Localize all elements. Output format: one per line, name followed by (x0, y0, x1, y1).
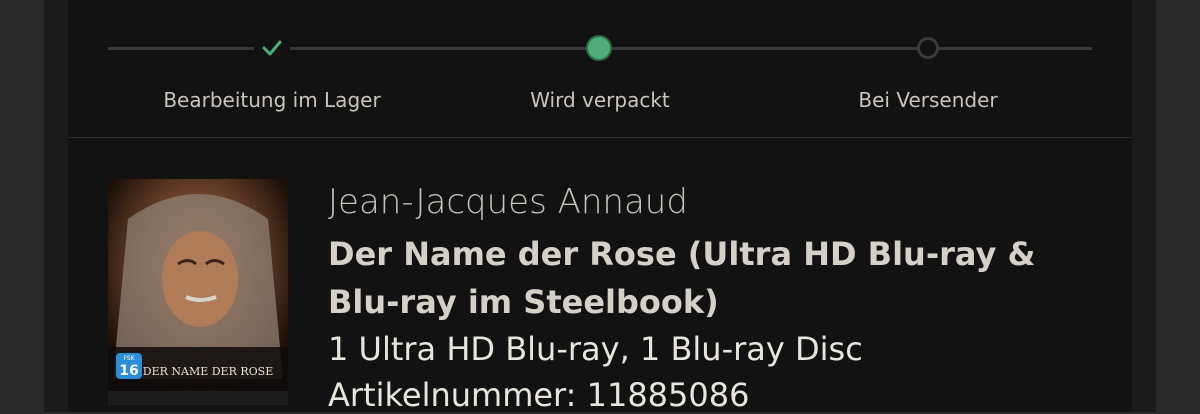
article-number: Artikelnummer: 11885086 (328, 376, 750, 414)
product-format: 1 Ultra HD Blu-ray, 1 Blu-ray Disc (328, 330, 863, 368)
progress-track-segment (610, 47, 917, 50)
product-author[interactable]: Jean-Jacques Annaud (328, 182, 688, 222)
checkmark-icon (262, 40, 282, 56)
step-label-packing: Wird verpackt (530, 88, 670, 112)
progress-track-segment (939, 47, 1092, 50)
progress-track-segment (290, 47, 588, 50)
cover-title-text: DER NAME DER ROSE (143, 365, 273, 378)
product-title[interactable]: Der Name der Rose (Ultra HD Blu-ray & Bl… (328, 230, 1108, 326)
fsk-label: FSK (123, 355, 135, 362)
section-divider (68, 137, 1132, 138)
step-pending-dot (917, 37, 939, 59)
fsk-rating: 16 (119, 363, 138, 379)
cover-artwork: DER NAME DER ROSE FSK 16 (108, 179, 288, 405)
step-label-shipper: Bei Versender (858, 88, 998, 112)
progress-track-segment (108, 47, 254, 50)
step-active-dot (588, 37, 610, 59)
step-label-warehouse: Bearbeitung im Lager (163, 88, 381, 112)
product-cover-image[interactable]: DER NAME DER ROSE FSK 16 (108, 179, 288, 405)
